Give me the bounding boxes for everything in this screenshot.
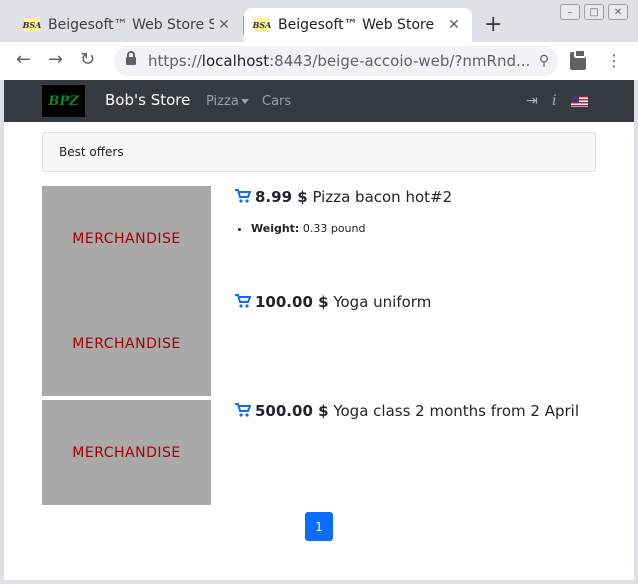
spec-item: Weight: 0.33 pound — [251, 222, 365, 235]
lock-icon — [126, 51, 136, 66]
item-heading: 100.00 $ Yoga uniform — [235, 293, 431, 311]
pagination-page-1[interactable]: 1 — [305, 512, 333, 541]
us-flag-icon[interactable] — [571, 96, 588, 107]
item-price: 8.99 $ — [255, 188, 308, 206]
zoom-icon[interactable]: ⚲ — [530, 53, 558, 69]
site-favicon-icon: BSA — [252, 18, 272, 32]
tab-title: Beigesoft™ Web Store S.E. — [48, 17, 214, 33]
list-item: MERCHANDISE 100.00 $ Yoga uniform — [42, 291, 602, 396]
close-tab-icon[interactable]: ✕ — [444, 17, 464, 33]
item-name[interactable]: Pizza bacon hot#2 — [312, 188, 452, 206]
store-logo[interactable]: BPZ — [42, 85, 85, 117]
item-price: 500.00 $ — [255, 402, 329, 420]
site-favicon-icon: BSA — [22, 18, 42, 32]
forward-arrow-icon[interactable]: → — [48, 50, 63, 70]
merchandise-image[interactable]: MERCHANDISE — [42, 400, 211, 505]
list-item: MERCHANDISE 500.00 $ Yoga class 2 months… — [42, 400, 602, 505]
site-navbar: BPZ Bob's Store Pizza Cars ⇥ i — [4, 80, 634, 122]
close-window-icon[interactable]: ✕ — [608, 4, 628, 20]
merchandise-image[interactable]: MERCHANDISE — [42, 186, 211, 291]
close-tab-icon[interactable]: ✕ — [214, 17, 234, 33]
item-price: 100.00 $ — [255, 293, 329, 311]
clipboard-extension-icon[interactable] — [570, 49, 586, 70]
item-heading: 8.99 $ Pizza bacon hot#2 — [235, 188, 452, 206]
nav-cars-link[interactable]: Cars — [262, 94, 291, 109]
tab-strip: BSA Beigesoft™ Web Store S.E. ✕ BSA Beig… — [0, 0, 638, 42]
offers-title: Best offers — [59, 145, 124, 159]
spec-label: Weight: — [251, 222, 300, 235]
reload-icon[interactable]: ↻ — [80, 50, 95, 70]
nav-link-label: Pizza — [206, 94, 239, 109]
item-heading: 500.00 $ Yoga class 2 months from 2 Apri… — [235, 402, 579, 420]
best-offers-header: Best offers — [42, 132, 596, 172]
merchandise-image[interactable]: MERCHANDISE — [42, 291, 211, 396]
browser-tab[interactable]: BSA Beigesoft™ Web Store S.E. ✕ — [14, 8, 242, 42]
caret-down-icon — [240, 99, 249, 104]
item-specs: Weight: 0.33 pound — [251, 222, 365, 235]
minimize-window-icon[interactable]: – — [560, 4, 580, 20]
cart-icon[interactable] — [235, 294, 251, 308]
list-item: MERCHANDISE 8.99 $ Pizza bacon hot#2 Wei… — [42, 186, 602, 291]
login-icon[interactable]: ⇥ — [526, 93, 538, 109]
address-bar[interactable]: https://localhost:8443/beige-accoio-web/… — [114, 46, 558, 76]
new-tab-button[interactable]: + — [484, 14, 502, 36]
browser-tab-active[interactable]: BSA Beigesoft™ Web Store ✕ — [244, 8, 472, 42]
browser-toolbar: ← → ↻ https://localhost:8443/beige-accoi… — [0, 42, 638, 80]
tab-title: Beigesoft™ Web Store — [278, 17, 435, 33]
url-text[interactable]: https://localhost:8443/beige-accoio-web/… — [148, 52, 530, 70]
cart-icon[interactable] — [235, 403, 251, 417]
nav-pizza-dropdown[interactable]: Pizza — [206, 94, 249, 109]
spec-value: 0.33 pound — [302, 222, 366, 235]
browser-menu-icon[interactable]: ⋮ — [606, 52, 622, 70]
page-viewport: BPZ Bob's Store Pizza Cars ⇥ i Best offe… — [4, 80, 634, 580]
item-name[interactable]: Yoga uniform — [333, 293, 431, 311]
info-icon[interactable]: i — [552, 93, 556, 109]
item-name[interactable]: Yoga class 2 months from 2 April — [333, 402, 579, 420]
cart-icon[interactable] — [235, 189, 251, 203]
maximize-window-icon[interactable]: □ — [584, 4, 604, 20]
store-brand[interactable]: Bob's Store — [105, 91, 190, 109]
back-arrow-icon[interactable]: ← — [16, 50, 31, 70]
